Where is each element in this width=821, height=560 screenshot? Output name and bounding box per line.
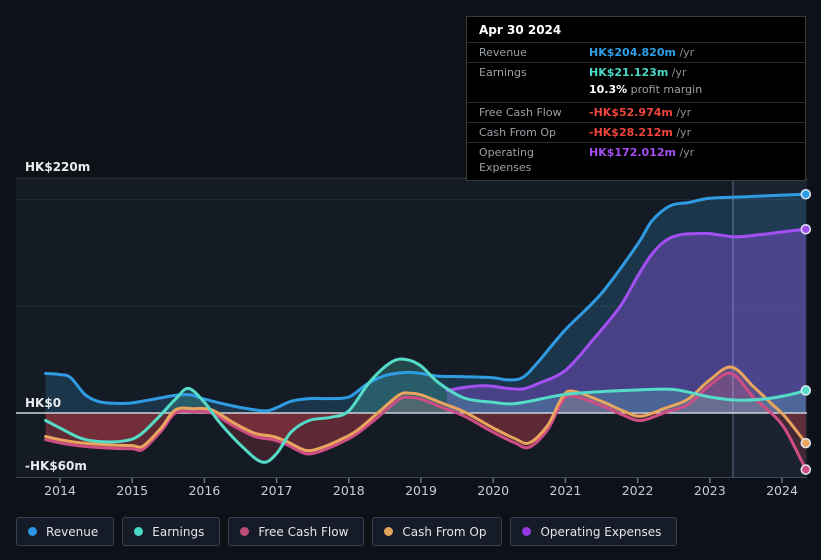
tooltip-unit: /yr bbox=[672, 106, 692, 119]
tooltip-value: HK$204.820m bbox=[589, 46, 676, 59]
tooltip-unit: /yr bbox=[675, 46, 695, 59]
tooltip-row-profit-margin: 10.3% profit margin bbox=[467, 82, 805, 102]
svg-text:2021: 2021 bbox=[549, 483, 581, 498]
tooltip-value: -HK$28.212m bbox=[589, 126, 673, 139]
chart-legend: Revenue Earnings Free Cash Flow Cash Fro… bbox=[16, 517, 678, 546]
tooltip-label: Free Cash Flow bbox=[479, 106, 562, 119]
tooltip-row-operating-expenses: Operating Expenses HK$172.012m /yr bbox=[467, 142, 805, 180]
tooltip-row-cash-from-op: Cash From Op -HK$28.212m /yr bbox=[467, 122, 805, 142]
tooltip-date: Apr 30 2024 bbox=[479, 23, 562, 37]
chart-tooltip: Apr 30 2024 Revenue HK$204.820m /yr Earn… bbox=[466, 16, 806, 181]
svg-text:-HK$60m: -HK$60m bbox=[25, 459, 87, 473]
tooltip-label: Revenue bbox=[479, 46, 527, 59]
legend-label: Revenue bbox=[46, 524, 99, 539]
cash-from-op-dot-icon bbox=[384, 527, 394, 536]
tooltip-unit: /yr bbox=[668, 66, 687, 79]
revenue-dot-icon bbox=[28, 527, 37, 536]
legend-item-earnings[interactable]: Earnings bbox=[122, 517, 221, 546]
tooltip-value: HK$172.012m bbox=[589, 146, 676, 159]
operating-expenses-dot-icon bbox=[522, 527, 532, 536]
tooltip-label: Operating Expenses bbox=[479, 146, 534, 174]
free-cash-flow-dot-icon bbox=[240, 527, 250, 536]
svg-text:2024: 2024 bbox=[766, 483, 798, 498]
legend-item-free-cash-flow[interactable]: Free Cash Flow bbox=[228, 517, 365, 546]
earnings-revenue-history-chart: HK$220m HK$0 -HK$60m 2014 2015 2016 2017 2018 20… bbox=[0, 0, 821, 560]
svg-text:2014: 2014 bbox=[44, 483, 76, 498]
svg-text:HK$0: HK$0 bbox=[25, 396, 61, 410]
legend-label: Operating Expenses bbox=[540, 524, 662, 539]
tooltip-row-earnings: Earnings HK$21.123m /yr bbox=[467, 62, 805, 82]
profit-margin-text: profit margin bbox=[627, 83, 703, 96]
svg-text:2020: 2020 bbox=[477, 483, 509, 498]
legend-label: Earnings bbox=[152, 524, 205, 539]
legend-item-operating-expenses[interactable]: Operating Expenses bbox=[510, 517, 678, 546]
legend-item-cash-from-op[interactable]: Cash From Op bbox=[372, 517, 503, 546]
tooltip-unit: /yr bbox=[675, 146, 695, 159]
svg-text:2023: 2023 bbox=[694, 483, 726, 498]
svg-text:2022: 2022 bbox=[622, 483, 654, 498]
svg-text:2015: 2015 bbox=[116, 483, 148, 498]
tooltip-label: Earnings bbox=[479, 66, 527, 79]
svg-text:2018: 2018 bbox=[333, 483, 365, 498]
legend-label: Free Cash Flow bbox=[258, 524, 349, 539]
tooltip-label: Cash From Op bbox=[479, 126, 557, 139]
legend-label: Cash From Op bbox=[402, 524, 487, 539]
svg-text:2016: 2016 bbox=[188, 483, 220, 498]
tooltip-value: -HK$52.974m bbox=[589, 106, 673, 119]
tooltip-row-free-cash-flow: Free Cash Flow -HK$52.974m /yr bbox=[467, 102, 805, 122]
svg-text:2017: 2017 bbox=[261, 483, 293, 498]
svg-text:2019: 2019 bbox=[405, 483, 437, 498]
tooltip-value: HK$21.123m bbox=[589, 66, 669, 79]
tooltip-unit: /yr bbox=[672, 126, 692, 139]
profit-margin-value: 10.3% bbox=[589, 83, 628, 96]
legend-item-revenue[interactable]: Revenue bbox=[16, 517, 115, 546]
tooltip-row-revenue: Revenue HK$204.820m /yr bbox=[467, 42, 805, 62]
earnings-dot-icon bbox=[134, 527, 144, 536]
svg-text:HK$220m: HK$220m bbox=[25, 160, 90, 174]
